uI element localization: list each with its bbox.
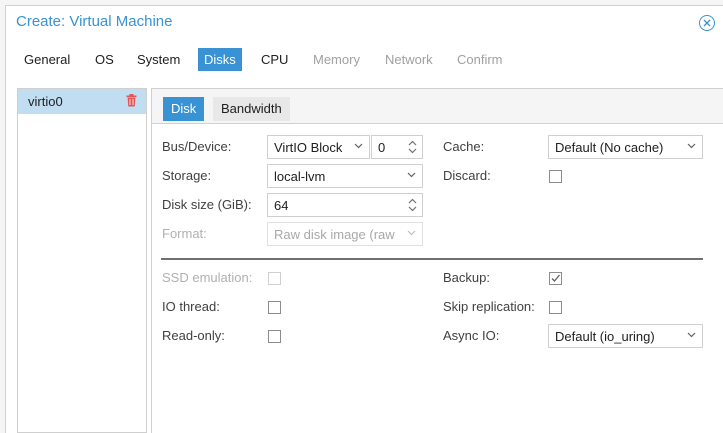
advanced-divider bbox=[161, 258, 703, 260]
tab-general[interactable]: General bbox=[18, 48, 76, 71]
dialog-titlebar: Create: Virtual Machine bbox=[6, 6, 723, 39]
chevron-down-icon bbox=[407, 230, 416, 236]
skip-replication-checkbox[interactable] bbox=[549, 301, 562, 314]
tab-system[interactable]: System bbox=[131, 48, 186, 71]
io-thread-checkbox[interactable] bbox=[268, 301, 281, 314]
tab-disks[interactable]: Disks bbox=[198, 48, 242, 71]
subtab-disk[interactable]: Disk bbox=[163, 97, 205, 121]
io-thread-label: IO thread: bbox=[162, 299, 220, 314]
disk-list-item-label: virtio0 bbox=[28, 94, 63, 109]
trash-icon[interactable] bbox=[126, 94, 137, 110]
wizard-tabbar: General OS System Disks CPU Memory Netwo… bbox=[5, 46, 723, 72]
disk-list-item-virtio0[interactable]: virtio0 bbox=[18, 89, 146, 114]
storage-select[interactable]: local-lvm bbox=[267, 164, 423, 188]
async-io-select[interactable]: Default (io_uring) bbox=[548, 324, 703, 348]
read-only-checkbox[interactable] bbox=[268, 330, 281, 343]
close-icon[interactable] bbox=[699, 15, 715, 31]
disk-list: virtio0 bbox=[17, 88, 147, 433]
chevron-down-icon bbox=[687, 332, 696, 338]
dialog-title: Create: Virtual Machine bbox=[16, 13, 173, 30]
cache-select[interactable]: Default (No cache) bbox=[548, 135, 703, 159]
spinner-arrows-icon[interactable] bbox=[408, 139, 417, 155]
read-only-label: Read-only: bbox=[162, 328, 225, 343]
chevron-down-icon bbox=[407, 172, 416, 178]
chevron-down-icon bbox=[687, 143, 696, 149]
tab-os[interactable]: OS bbox=[89, 48, 120, 71]
device-number-stepper[interactable]: 0 bbox=[371, 135, 423, 159]
skip-replication-label: Skip replication: bbox=[443, 299, 535, 314]
discard-checkbox[interactable] bbox=[549, 170, 562, 183]
async-io-label: Async IO: bbox=[443, 328, 500, 343]
discard-label: Discard: bbox=[443, 168, 491, 183]
chevron-down-icon bbox=[354, 143, 363, 149]
backup-label: Backup: bbox=[443, 270, 490, 285]
backup-checkbox[interactable] bbox=[549, 272, 562, 285]
tab-cpu[interactable]: CPU bbox=[255, 48, 294, 71]
spinner-arrows-icon[interactable] bbox=[408, 197, 417, 213]
bus-device-label: Bus/Device: bbox=[162, 139, 232, 154]
tab-memory[interactable]: Memory bbox=[307, 48, 366, 71]
bus-select[interactable]: VirtIO Block bbox=[267, 135, 370, 159]
ssd-emulation-label: SSD emulation: bbox=[162, 270, 253, 285]
ssd-emulation-checkbox[interactable] bbox=[268, 272, 281, 285]
storage-label: Storage: bbox=[162, 168, 212, 183]
subtab-bandwidth[interactable]: Bandwidth bbox=[213, 97, 290, 121]
tab-network[interactable]: Network bbox=[379, 48, 439, 71]
cache-label: Cache: bbox=[443, 139, 485, 154]
checkmark-icon bbox=[551, 274, 560, 282]
tab-confirm[interactable]: Confirm bbox=[451, 48, 509, 71]
format-label: Format: bbox=[162, 226, 207, 241]
disk-size-stepper[interactable]: 64 bbox=[267, 193, 423, 217]
disk-size-label: Disk size (GiB): bbox=[162, 197, 252, 212]
format-select[interactable]: Raw disk image (raw bbox=[267, 222, 423, 246]
